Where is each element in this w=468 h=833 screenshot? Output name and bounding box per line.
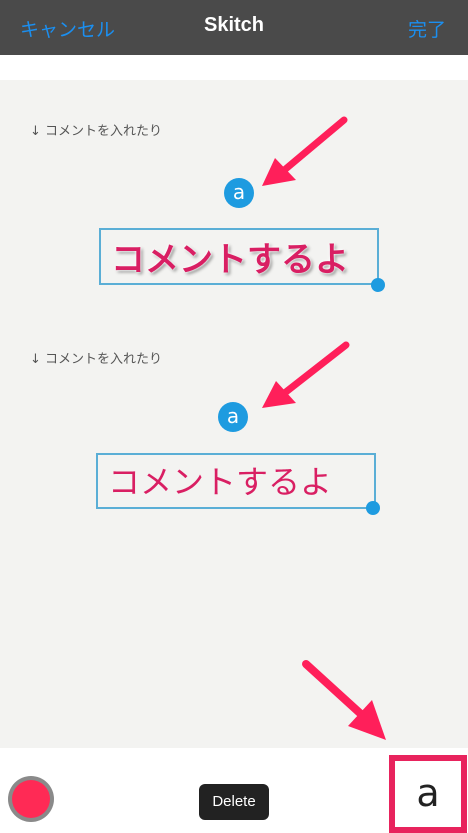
current-color-swatch bbox=[12, 780, 50, 818]
text-tool-button[interactable]: a bbox=[389, 755, 467, 833]
arrow-annotations bbox=[262, 116, 386, 740]
arrow-icon bbox=[302, 660, 386, 740]
arrow-icon bbox=[262, 116, 348, 186]
delete-button[interactable]: Delete bbox=[199, 784, 269, 820]
arrow-icon bbox=[262, 341, 350, 408]
bottom-toolbar: Delete a bbox=[0, 748, 468, 833]
color-picker-button[interactable] bbox=[8, 776, 54, 822]
text-tool-icon: a bbox=[405, 771, 451, 817]
